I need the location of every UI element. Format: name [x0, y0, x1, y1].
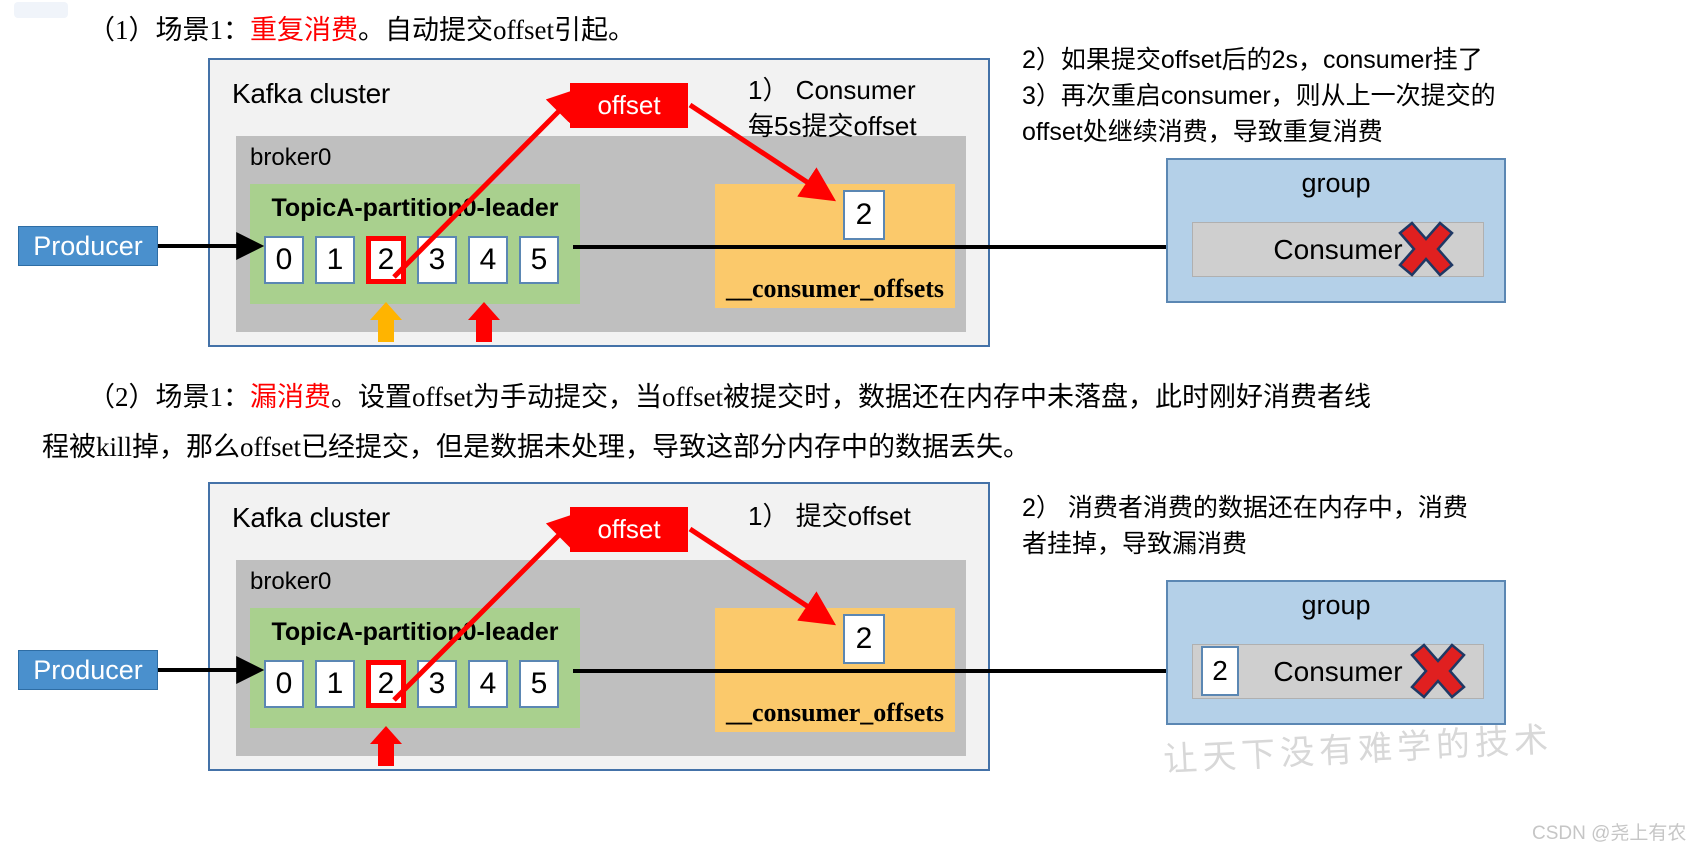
- partition-cell: 5: [519, 660, 559, 708]
- section1-offsets-topic-cell: 2: [843, 190, 885, 240]
- section1-cluster-title: Kafka cluster: [232, 78, 390, 109]
- section1-side-notes: 2）如果提交offset后的2s，consumer挂了 3）再次重启consum…: [1022, 46, 1496, 146]
- partition-cell: 3: [417, 236, 457, 284]
- section2-broker0: broker0 TopicA-partition0-leader 0 1 2 3…: [236, 560, 966, 756]
- section2-consumer-offsets-topic: 2 __consumer_offsets: [715, 608, 955, 732]
- section2-partition-title: TopicA-partition0-leader: [271, 618, 559, 646]
- section1-inner-note: 1） Consumer 每5s提交offset: [748, 75, 917, 141]
- section1-partition0-leader: TopicA-partition0-leader 0 1 2 3 4 5: [250, 184, 580, 304]
- section2-consumer-group: group Consumer 2: [1166, 580, 1506, 725]
- section2-inner-note: 1） 提交offset: [748, 501, 911, 531]
- section2-group-title: group: [1301, 590, 1371, 620]
- csdn-credit: CSDN @尧上有农: [1532, 823, 1687, 844]
- partition-cell-highlighted: 2: [366, 236, 406, 284]
- section2-offsets-topic-cell: 2: [843, 614, 885, 664]
- section2-offsets-topic-label: __consumer_offsets: [725, 698, 945, 727]
- section1-heading: （1）场景1：重复消费。自动提交offset引起。: [88, 8, 635, 52]
- section1-consumer-group: group Consumer: [1166, 158, 1506, 303]
- partition-cell: 3: [417, 660, 457, 708]
- section1-partition-cells: 0 1 2 3 4 5: [264, 236, 559, 284]
- section1-broker0: broker0 TopicA-partition0-leader 0 1 2 3…: [236, 136, 966, 332]
- section2-partition-cells: 0 1 2 3 4 5: [264, 660, 559, 708]
- section1-offsets-topic-label: __consumer_offsets: [725, 274, 945, 303]
- partition-cell: 0: [264, 660, 304, 708]
- section2-broker-title: broker0: [250, 568, 332, 595]
- partition-cell: 4: [468, 660, 508, 708]
- section2-heading-line1: （2）场景1：漏消费。设置offset为手动提交，当offset被提交时，数据还…: [88, 375, 1371, 419]
- section1-producer: Producer: [18, 226, 158, 266]
- section2-consumer-offset-cell: 2: [1201, 646, 1239, 696]
- section2-offset-chip: offset: [570, 507, 688, 552]
- partition-cell: 1: [315, 236, 355, 284]
- section2-partition0-leader: TopicA-partition0-leader 0 1 2 3 4 5: [250, 608, 580, 728]
- partition-cell-highlighted: 2: [366, 660, 406, 708]
- partition-cell: 0: [264, 236, 304, 284]
- section1-partition-title: TopicA-partition0-leader: [271, 194, 559, 222]
- section2-heading-line2: 程被kill掉，那么offset已经提交，但是数据未处理，导致这部分内存中的数据…: [42, 432, 1030, 462]
- partition-cell: 1: [315, 660, 355, 708]
- section2-cluster-title: Kafka cluster: [232, 502, 390, 533]
- section2-heading-suffix: 。设置offset为手动提交，当offset被提交时，数据还在内存中未落盘，此时…: [331, 382, 1371, 412]
- section1-broker-title: broker0: [250, 144, 332, 171]
- section1-heading-prefix: （1）场景1：: [88, 15, 250, 45]
- section2-consumer-dead-cross-icon: [1410, 643, 1466, 699]
- section1-offset-chip: offset: [570, 83, 688, 128]
- section1-consumer-dead-cross-icon: [1398, 221, 1454, 277]
- section2-heading-prefix: （2）场景1：: [88, 382, 250, 412]
- section1-group-title: group: [1301, 168, 1371, 198]
- section2-heading-red: 漏消费: [250, 382, 331, 412]
- decorative-blob: [14, 2, 68, 18]
- partition-cell: 4: [468, 236, 508, 284]
- section2-producer: Producer: [18, 650, 158, 690]
- section1-consumer-offsets-topic: 2 __consumer_offsets: [715, 184, 955, 308]
- section2-side-notes: 2） 消费者消费的数据还在内存中，消费 者挂掉，导致漏消费: [1022, 494, 1468, 558]
- section1-heading-suffix: 。自动提交offset引起。: [358, 15, 635, 45]
- partition-cell: 5: [519, 236, 559, 284]
- section1-heading-red: 重复消费: [250, 15, 358, 45]
